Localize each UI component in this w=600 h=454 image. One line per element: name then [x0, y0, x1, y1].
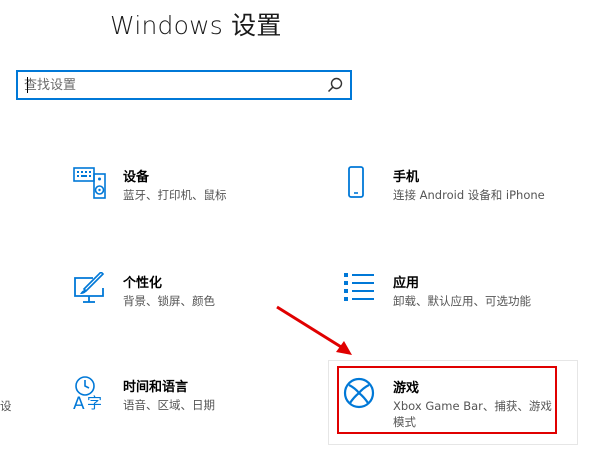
tile-personalization-desc: 背景、锁屏、颜色 — [123, 294, 215, 308]
tile-phone[interactable]: 手机 连接 Android 设备和 iPhone — [343, 166, 583, 226]
tile-devices-desc: 蓝牙、打印机、鼠标 — [123, 188, 227, 202]
keyboard-speaker-icon — [73, 167, 106, 199]
svg-text:A: A — [73, 394, 85, 410]
settings-window: Windows 设置 设备 蓝牙、打印机、鼠标 — [0, 0, 600, 454]
tile-apps-desc: 卸载、默认应用、可选功能 — [393, 294, 531, 308]
highlight-box — [337, 366, 557, 434]
svg-text:字: 字 — [87, 394, 102, 410]
text-cursor — [27, 77, 28, 93]
tile-time-language-desc: 语音、区域、日期 — [123, 398, 215, 412]
tile-personalization-name: 个性化 — [123, 276, 163, 291]
clipped-tile-fragment: 设 — [0, 399, 12, 413]
search-input[interactable] — [24, 75, 314, 95]
tile-devices-name: 设备 — [123, 170, 150, 185]
tile-phone-name: 手机 — [393, 170, 420, 185]
phone-icon — [348, 166, 364, 198]
tile-apps[interactable]: 应用 卸载、默认应用、可选功能 — [343, 272, 583, 332]
tile-apps-name: 应用 — [393, 276, 420, 291]
tile-time-language-name: 时间和语言 — [123, 380, 189, 395]
tile-devices[interactable]: 设备 蓝牙、打印机、鼠标 — [73, 166, 293, 226]
clock-language-icon: A 字 — [73, 376, 102, 410]
page-title: Windows 设置 — [110, 11, 282, 40]
annotation-arrow-icon — [276, 305, 352, 355]
search-icon[interactable] — [326, 76, 344, 94]
tile-time-language[interactable]: A 字 时间和语言 语音、区域、日期 — [73, 376, 293, 436]
tile-personalization[interactable]: 个性化 背景、锁屏、颜色 — [73, 272, 293, 332]
search-box[interactable] — [16, 70, 352, 100]
paint-monitor-icon — [74, 272, 105, 303]
tile-phone-desc: 连接 Android 设备和 iPhone — [393, 188, 545, 202]
